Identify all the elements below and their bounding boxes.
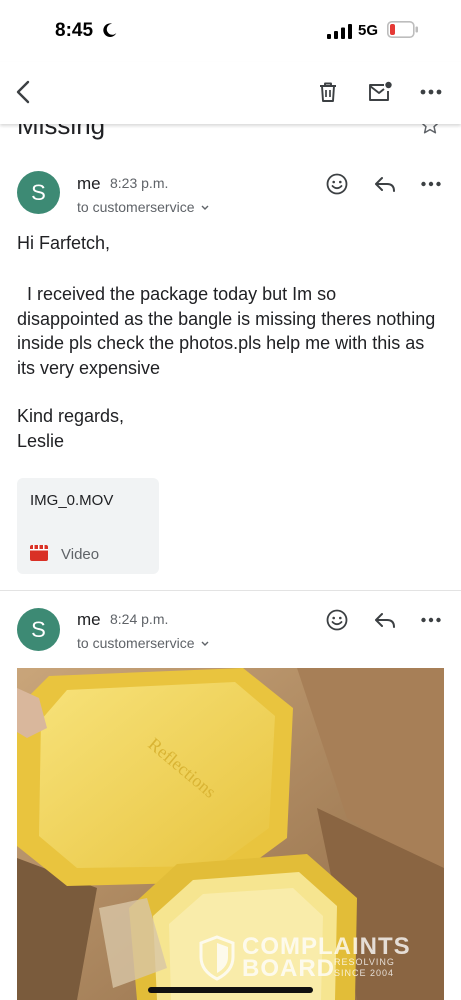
- top-app-bar: [0, 62, 461, 124]
- mark-unread-icon: [369, 81, 392, 101]
- video-attachment[interactable]: IMG_0.MOV Video: [17, 478, 159, 574]
- add-reaction-button[interactable]: [324, 607, 350, 633]
- reply-icon: [375, 177, 395, 192]
- moon-icon: [103, 23, 117, 38]
- more-options-button[interactable]: [417, 78, 445, 106]
- battery-low-icon: [387, 21, 418, 38]
- sender-name: me: [77, 610, 101, 629]
- back-button[interactable]: [10, 78, 38, 106]
- reply-button[interactable]: [372, 607, 398, 633]
- message-time: 8:24 p.m.: [110, 611, 169, 627]
- complaints-board-watermark: COMPLAINTS BOARD RESOLVING SINCE 2004: [198, 933, 438, 983]
- message-more-button[interactable]: [418, 171, 444, 197]
- smiley-icon: [326, 609, 348, 631]
- smiley-icon: [326, 173, 348, 195]
- video-file-icon: [30, 545, 48, 561]
- home-indicator[interactable]: [148, 987, 313, 993]
- reply-button[interactable]: [372, 171, 398, 197]
- recipient-label: to customerservice: [77, 199, 195, 215]
- signal-bars-icon: [327, 24, 352, 39]
- message-more-button[interactable]: [418, 607, 444, 633]
- more-horiz-icon: [421, 617, 441, 623]
- watermark-tagline: RESOLVING SINCE 2004: [334, 957, 395, 979]
- trash-icon: [320, 82, 336, 102]
- status-bar: 8:45 5G: [0, 0, 461, 62]
- watermark-line-2: BOARD: [242, 955, 335, 982]
- network-type: 5G: [358, 22, 379, 39]
- add-reaction-button[interactable]: [324, 171, 350, 197]
- message-sign-off: Kind regards,: [17, 406, 125, 426]
- message-time: 8:23 p.m.: [110, 175, 169, 191]
- message-header[interactable]: S me 8:23 p.m. to customerservice: [0, 168, 461, 228]
- watermark-tag-1: RESOLVING: [334, 957, 395, 967]
- chevron-down-icon: [201, 641, 209, 646]
- recipient-dropdown[interactable]: to customerservice: [77, 199, 210, 215]
- reply-icon: [375, 613, 395, 628]
- chevron-down-icon: [201, 205, 209, 210]
- recipient-label: to customerservice: [77, 635, 195, 651]
- status-time: 8:45: [55, 20, 94, 41]
- mark-unread-button[interactable]: [366, 78, 394, 106]
- avatar[interactable]: S: [17, 608, 60, 651]
- message-paragraph: I received the package today but Im so d…: [17, 284, 436, 378]
- delete-button[interactable]: [314, 78, 342, 106]
- sender-name: me: [77, 174, 101, 193]
- message-signature: Leslie: [17, 431, 65, 451]
- more-horiz-icon: [421, 181, 441, 187]
- attachment-name: IMG_0.MOV: [30, 492, 114, 509]
- recipient-dropdown[interactable]: to customerservice: [77, 635, 210, 651]
- avatar[interactable]: S: [17, 171, 60, 214]
- message-divider: [0, 590, 461, 591]
- watermark-tag-2: SINCE 2004: [334, 968, 395, 978]
- message-greeting: Hi Farfetch,: [17, 233, 111, 253]
- back-arrow-icon: [16, 80, 30, 104]
- attachment-type: Video: [61, 546, 100, 563]
- shield-logo-icon: [199, 935, 235, 981]
- message-header[interactable]: S me 8:24 p.m. to customerservice: [0, 605, 461, 665]
- more-vert-icon: [420, 89, 442, 95]
